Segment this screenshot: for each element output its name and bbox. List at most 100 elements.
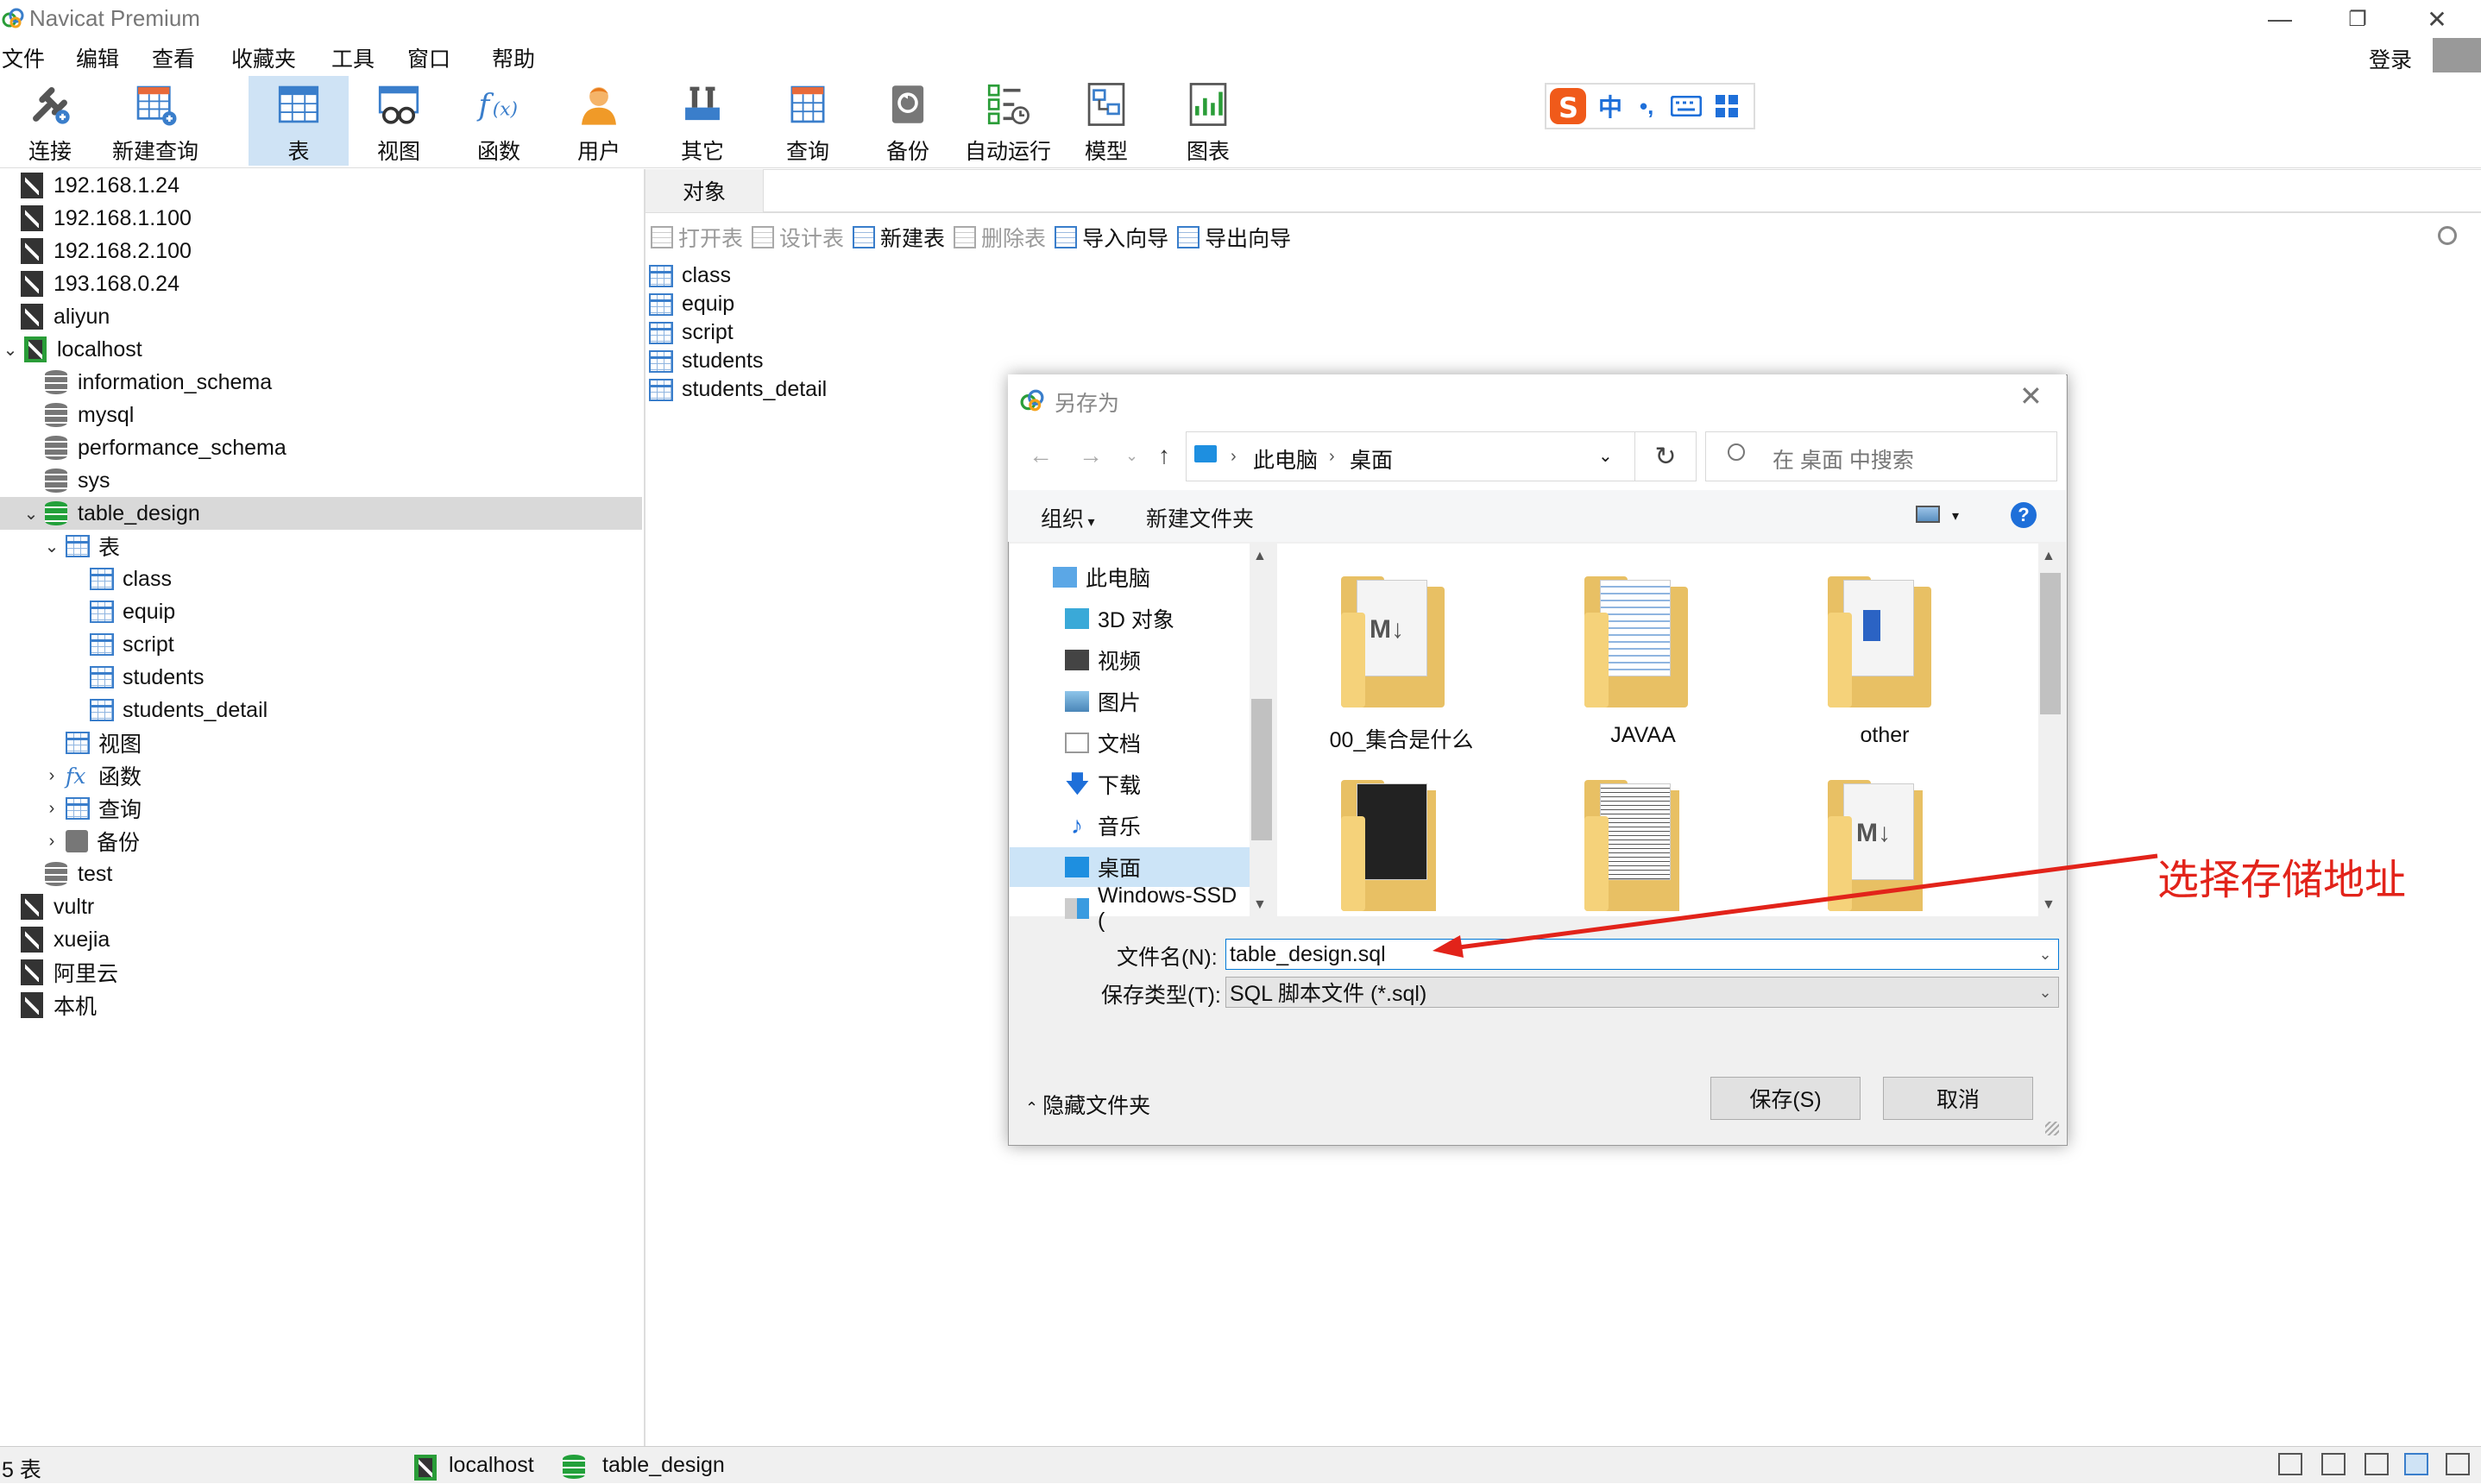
new-folder-button[interactable]: 新建文件夹 (1146, 502, 1254, 533)
tree-table[interactable]: students_detail (90, 694, 268, 726)
tree-table[interactable]: students (90, 661, 205, 694)
tree-connection[interactable]: 193.168.0.24 (21, 267, 179, 300)
tree-connection[interactable]: xuejia (21, 923, 110, 956)
resize-grip-icon[interactable] (2045, 1122, 2059, 1135)
tree-table[interactable]: script (90, 628, 174, 661)
hide-folders-toggle[interactable]: ⌃ 隐藏文件夹 (1025, 1089, 1150, 1120)
menu-window[interactable]: 窗口 (407, 42, 450, 73)
tree-database-table-design[interactable]: ⌄ table_design (0, 497, 642, 530)
new-table-button[interactable]: 新建表 (853, 222, 945, 253)
design-table-button[interactable]: 设计表 (752, 222, 844, 253)
tree-database[interactable]: information_schema (45, 366, 272, 399)
back-arrow-icon[interactable]: ← (1029, 442, 1053, 469)
chevron-down-icon[interactable]: ⌄ (0, 339, 21, 361)
chevron-right-icon[interactable]: › (41, 799, 62, 819)
help-icon[interactable]: ? (2011, 502, 2037, 528)
forward-arrow-icon[interactable]: → (1079, 442, 1103, 469)
detail-view-icon[interactable] (2365, 1453, 2389, 1475)
chevron-down-icon[interactable]: ⌄ (41, 536, 62, 557)
tree-connection[interactable]: 阿里云 (21, 956, 118, 989)
tree-table[interactable]: equip (90, 595, 175, 628)
connect-button[interactable]: 连接 (3, 76, 97, 166)
recent-chevron-icon[interactable]: ⌄ (1125, 447, 1138, 465)
menu-help[interactable]: 帮助 (492, 42, 535, 73)
object-list-item[interactable]: equip (649, 290, 734, 318)
scroll-up-icon[interactable]: ▲ (2042, 549, 2056, 564)
info-pane-icon[interactable] (2446, 1453, 2470, 1475)
nav-item-this-pc[interactable]: 此电脑 (1010, 557, 1250, 597)
breadcrumb-this-pc[interactable]: 此电脑 (1253, 443, 1318, 475)
ime-toolbar[interactable]: S 中 •, (1545, 83, 1755, 129)
cancel-button[interactable]: 取消 (1883, 1077, 2033, 1120)
tree-views-group[interactable]: 视图 (66, 726, 142, 759)
minimize-icon[interactable]: — (2244, 0, 2316, 38)
object-list-item[interactable]: class (649, 261, 731, 290)
folder-item[interactable]: M↓ (1315, 561, 1445, 716)
nav-item-documents[interactable]: 文档 (1010, 723, 1250, 763)
tree-connection-localhost[interactable]: ⌄ localhost (0, 333, 142, 366)
chevron-down-icon[interactable]: ⌄ (2032, 984, 2058, 1002)
address-dropdown-icon[interactable]: ⌄ (1598, 445, 1613, 467)
chevron-down-icon[interactable]: ⌄ (21, 503, 41, 525)
tree-functions-group[interactable]: › fx 函数 (41, 759, 142, 792)
view-options-dropdown-icon[interactable]: ▾ (1952, 507, 1959, 525)
tree-connection[interactable]: vultr (21, 890, 94, 923)
open-table-button[interactable]: 打开表 (651, 222, 743, 253)
close-icon[interactable]: ✕ (2401, 0, 2473, 38)
tree-queries-group[interactable]: › 查询 (41, 792, 142, 825)
tree-table[interactable]: class (90, 563, 172, 595)
query-button[interactable]: 查询 (761, 76, 854, 166)
nav-item-desktop[interactable]: 桌面 (1010, 847, 1250, 887)
chevron-right-icon[interactable]: › (41, 766, 62, 786)
export-wizard-button[interactable]: 导出向导 (1177, 222, 1291, 253)
other-button[interactable]: 其它 (656, 76, 749, 166)
view-options-icon[interactable] (1916, 506, 1940, 523)
folder-item[interactable] (1558, 561, 1688, 716)
tree-database[interactable]: test (45, 858, 112, 890)
tree-connection[interactable]: 192.168.2.100 (21, 235, 192, 267)
menu-tools[interactable]: 工具 (331, 42, 375, 73)
tree-database[interactable]: mysql (45, 399, 134, 431)
scroll-down-icon[interactable]: ▼ (1253, 897, 1267, 913)
tree-tables-group[interactable]: ⌄ 表 (41, 530, 120, 563)
tree-connection[interactable]: 192.168.1.24 (21, 169, 179, 202)
tree-connection[interactable]: 192.168.1.100 (21, 202, 192, 235)
file-scrollbar-thumb[interactable] (2040, 573, 2061, 714)
object-list-item[interactable]: students_detail (649, 375, 827, 404)
object-list-item[interactable]: script (649, 318, 734, 347)
function-button[interactable]: f (x) 函数 (452, 76, 545, 166)
restore-icon[interactable]: ❐ (2321, 0, 2394, 38)
tree-database[interactable]: sys (45, 464, 110, 497)
nav-item-3d-objects[interactable]: 3D 对象 (1010, 599, 1250, 638)
view-button[interactable]: 视图 (352, 76, 445, 166)
nav-item-pictures[interactable]: 图片 (1010, 682, 1250, 721)
model-button[interactable]: 模型 (1060, 76, 1153, 166)
menu-edit[interactable]: 编辑 (76, 42, 119, 73)
delete-table-button[interactable]: 删除表 (954, 222, 1046, 253)
nav-item-downloads[interactable]: 🡇 下载 (1010, 764, 1250, 804)
chart-button[interactable]: 图表 (1162, 76, 1255, 166)
nav-item-windows-ssd[interactable]: Windows-SSD ( (1010, 883, 1250, 933)
auto-run-button[interactable]: 自动运行 (960, 76, 1056, 166)
import-wizard-button[interactable]: 导入向导 (1055, 222, 1168, 253)
folder-item[interactable] (1802, 561, 1931, 716)
table-button[interactable]: 表 (249, 76, 349, 166)
refresh-icon[interactable]: ↻ (1634, 431, 1697, 481)
menu-file[interactable]: 文件 (2, 42, 45, 73)
scroll-up-icon[interactable]: ▲ (1253, 549, 1267, 564)
nav-item-videos[interactable]: 视频 (1010, 640, 1250, 680)
tree-connection[interactable]: aliyun (21, 300, 110, 333)
organize-menu[interactable]: 组织 ▾ (1041, 502, 1095, 533)
breadcrumb-desktop[interactable]: 桌面 (1350, 443, 1393, 475)
tab-objects[interactable]: 对象 (645, 169, 763, 212)
nav-scrollbar-thumb[interactable] (1251, 699, 1272, 840)
object-list-item[interactable]: students (649, 347, 764, 375)
login-link[interactable]: 登录 (2369, 43, 2412, 74)
tree-connection[interactable]: 本机 (21, 989, 97, 1022)
chevron-right-icon[interactable]: › (41, 832, 62, 852)
menu-view[interactable]: 查看 (152, 42, 195, 73)
save-button[interactable]: 保存(S) (1710, 1077, 1861, 1120)
close-icon[interactable]: ✕ (2019, 380, 2043, 412)
nav-item-music[interactable]: ♪ 音乐 (1010, 806, 1250, 846)
tree-backups-group[interactable]: › 备份 (41, 825, 140, 858)
